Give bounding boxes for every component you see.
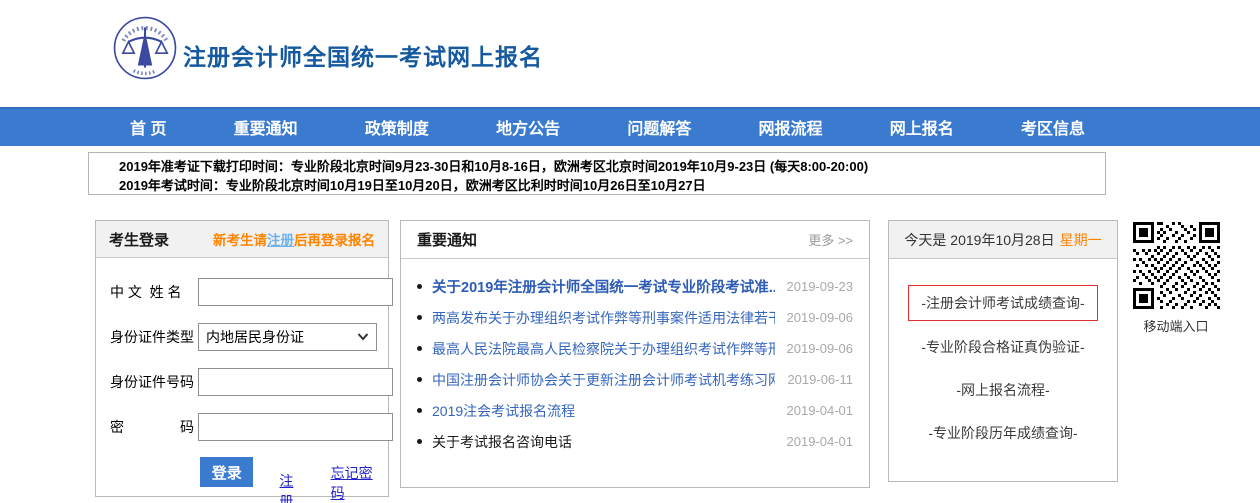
quick-link-historical-scores[interactable]: -专业阶段历年成绩查询- — [928, 423, 1077, 443]
login-title: 考生登录 — [109, 229, 169, 250]
bullet-icon — [417, 408, 422, 413]
cicpa-logo-icon — [113, 16, 177, 80]
nav-item-faq[interactable]: 问题解答 — [627, 121, 691, 138]
id-type-label: 身份证件类型 — [110, 327, 198, 347]
bullet-icon — [417, 315, 422, 320]
quick-link-score-query[interactable]: -注册会计师考试成绩查询- — [921, 293, 1084, 313]
password-label: 密 码 — [110, 417, 198, 437]
login-form: 中 文 姓 名 身份证件类型 内地居民身份证 身份证件号码 密 码 — [96, 258, 388, 503]
quick-links: -注册会计师考试成绩查询- -专业阶段合格证真伪验证- -网上报名流程- -专业… — [889, 259, 1117, 466]
notice-link[interactable]: 中国注册会计师协会关于更新注册会计师考试机考练习网站的公... — [432, 370, 775, 390]
today-weekday: 星期一 — [1060, 230, 1102, 250]
bullet-icon — [417, 377, 422, 382]
site-header: 注册会计师全国统一考试网上报名 — [0, 0, 1260, 107]
today-date: 今天是 2019年10月28日 星期一 — [889, 221, 1117, 259]
nav-item-important-notices[interactable]: 重要通知 — [234, 121, 298, 138]
id-type-select[interactable]: 内地居民身份证 — [198, 323, 377, 351]
page: 注册会计师全国统一考试网上报名 首 页 重要通知 政策制度 地方公告 问题解答 … — [0, 0, 1260, 503]
qr-code-image — [1133, 222, 1220, 309]
notice-item: 2019注会考试报名流程 2019-04-01 — [417, 395, 853, 426]
id-type-selected-value: 内地居民身份证 — [206, 327, 304, 347]
quick-link-registration-process[interactable]: -网上报名流程- — [956, 380, 1049, 400]
nav-item-policies[interactable]: 政策制度 — [365, 121, 429, 138]
mobile-entry: 移动端入口 — [1128, 222, 1224, 335]
mobile-entry-label: 移动端入口 — [1128, 316, 1224, 335]
nav-list: 首 页 重要通知 政策制度 地方公告 问题解答 网报流程 网上报名 考区信息 — [0, 107, 1260, 146]
bullet-icon — [417, 346, 422, 351]
notice-item: 关于2019年注册会计师全国统一考试专业阶段考试准... 2019-09-23 — [417, 271, 853, 302]
forgot-password-link[interactable]: 忘记密码 — [331, 463, 377, 503]
announcement-banner: 2019年准考证下载打印时间：专业阶段北京时间9月23-30日和10月8-16日… — [88, 152, 1106, 195]
today-panel: 今天是 2019年10月28日 星期一 -注册会计师考试成绩查询- -专业阶段合… — [888, 220, 1118, 482]
important-notices-panel: 重要通知 更多 >> 关于2019年注册会计师全国统一考试专业阶段考试准... … — [400, 220, 870, 488]
announcement-line-2: 2019年考试时间：专业阶段北京时间10月19日至10月20日，欧洲考区比利时时… — [119, 176, 1105, 195]
notices-title: 重要通知 — [417, 229, 477, 250]
notice-link[interactable]: 关于2019年注册会计师全国统一考试专业阶段考试准... — [432, 276, 775, 297]
bullet-icon — [417, 284, 422, 289]
notice-link[interactable]: 2019注会考试报名流程 — [432, 401, 775, 421]
notice-item: 两高发布关于办理组织考试作弊等刑事案件适用法律若干问题的... 2019-09-… — [417, 302, 853, 333]
notice-link[interactable]: 最高人民法院最高人民检察院关于办理组织考试作弊等刑事案件... — [432, 339, 775, 359]
password-input[interactable] — [198, 413, 393, 441]
nav-item-exam-area-info[interactable]: 考区信息 — [1021, 121, 1085, 138]
more-link[interactable]: 更多 >> — [808, 230, 853, 249]
hint-suffix: 后再登录报名 — [294, 233, 375, 248]
today-date-text: 今天是 2019年10月28日 — [904, 230, 1054, 250]
announcement-line-1: 2019年准考证下载打印时间：专业阶段北京时间9月23-30日和10月8-16日… — [119, 157, 1105, 176]
notices-panel-header: 重要通知 更多 >> — [401, 221, 869, 259]
login-panel-header: 考生登录 新考生请注册后再登录报名 — [96, 221, 388, 258]
notice-list: 关于2019年注册会计师全国统一考试专业阶段考试准... 2019-09-23 … — [401, 259, 869, 457]
id-number-input[interactable] — [198, 368, 393, 396]
chinese-name-input[interactable] — [198, 278, 393, 306]
login-button[interactable]: 登录 — [200, 457, 253, 487]
score-query-highlight-box: -注册会计师考试成绩查询- — [908, 285, 1097, 321]
candidate-login-panel: 考生登录 新考生请注册后再登录报名 中 文 姓 名 身份证件类型 内地居民身份证… — [95, 220, 389, 497]
quick-link-certificate-verification[interactable]: -专业阶段合格证真伪验证- — [921, 337, 1084, 357]
notice-date: 2019-06-11 — [787, 372, 853, 387]
notice-date: 2019-09-06 — [787, 341, 854, 356]
main-navbar: 首 页 重要通知 政策制度 地方公告 问题解答 网报流程 网上报名 考区信息 — [0, 107, 1260, 146]
notice-date: 2019-09-06 — [787, 310, 854, 325]
notice-link[interactable]: 两高发布关于办理组织考试作弊等刑事案件适用法律若干问题的... — [432, 308, 775, 328]
nav-item-home[interactable]: 首 页 — [130, 121, 166, 138]
nav-item-online-registration[interactable]: 网上报名 — [890, 121, 954, 138]
notice-date: 2019-04-01 — [787, 434, 854, 449]
hint-prefix: 新考生请 — [213, 233, 267, 248]
notice-item: 最高人民法院最高人民检察院关于办理组织考试作弊等刑事案件... 2019-09-… — [417, 333, 853, 364]
bullet-icon — [417, 439, 422, 444]
id-number-label: 身份证件号码 — [110, 372, 198, 392]
notice-date: 2019-04-01 — [787, 403, 854, 418]
notice-item: 中国注册会计师协会关于更新注册会计师考试机考练习网站的公... 2019-06-… — [417, 364, 853, 395]
notice-date: 2019-09-23 — [787, 279, 854, 294]
new-candidate-hint: 新考生请注册后再登录报名 — [213, 229, 375, 249]
nav-item-registration-process[interactable]: 网报流程 — [759, 121, 823, 138]
chevron-down-icon — [357, 333, 369, 341]
notice-item: 关于考试报名咨询电话 2019-04-01 — [417, 426, 853, 457]
notice-link[interactable]: 关于考试报名咨询电话 — [432, 432, 775, 452]
register-inline-link[interactable]: 注册 — [267, 233, 294, 248]
nav-item-local-announcements[interactable]: 地方公告 — [496, 121, 560, 138]
name-label: 中 文 姓 名 — [110, 282, 198, 302]
register-link[interactable]: 注册 — [279, 471, 302, 503]
page-title: 注册会计师全国统一考试网上报名 — [183, 38, 543, 72]
